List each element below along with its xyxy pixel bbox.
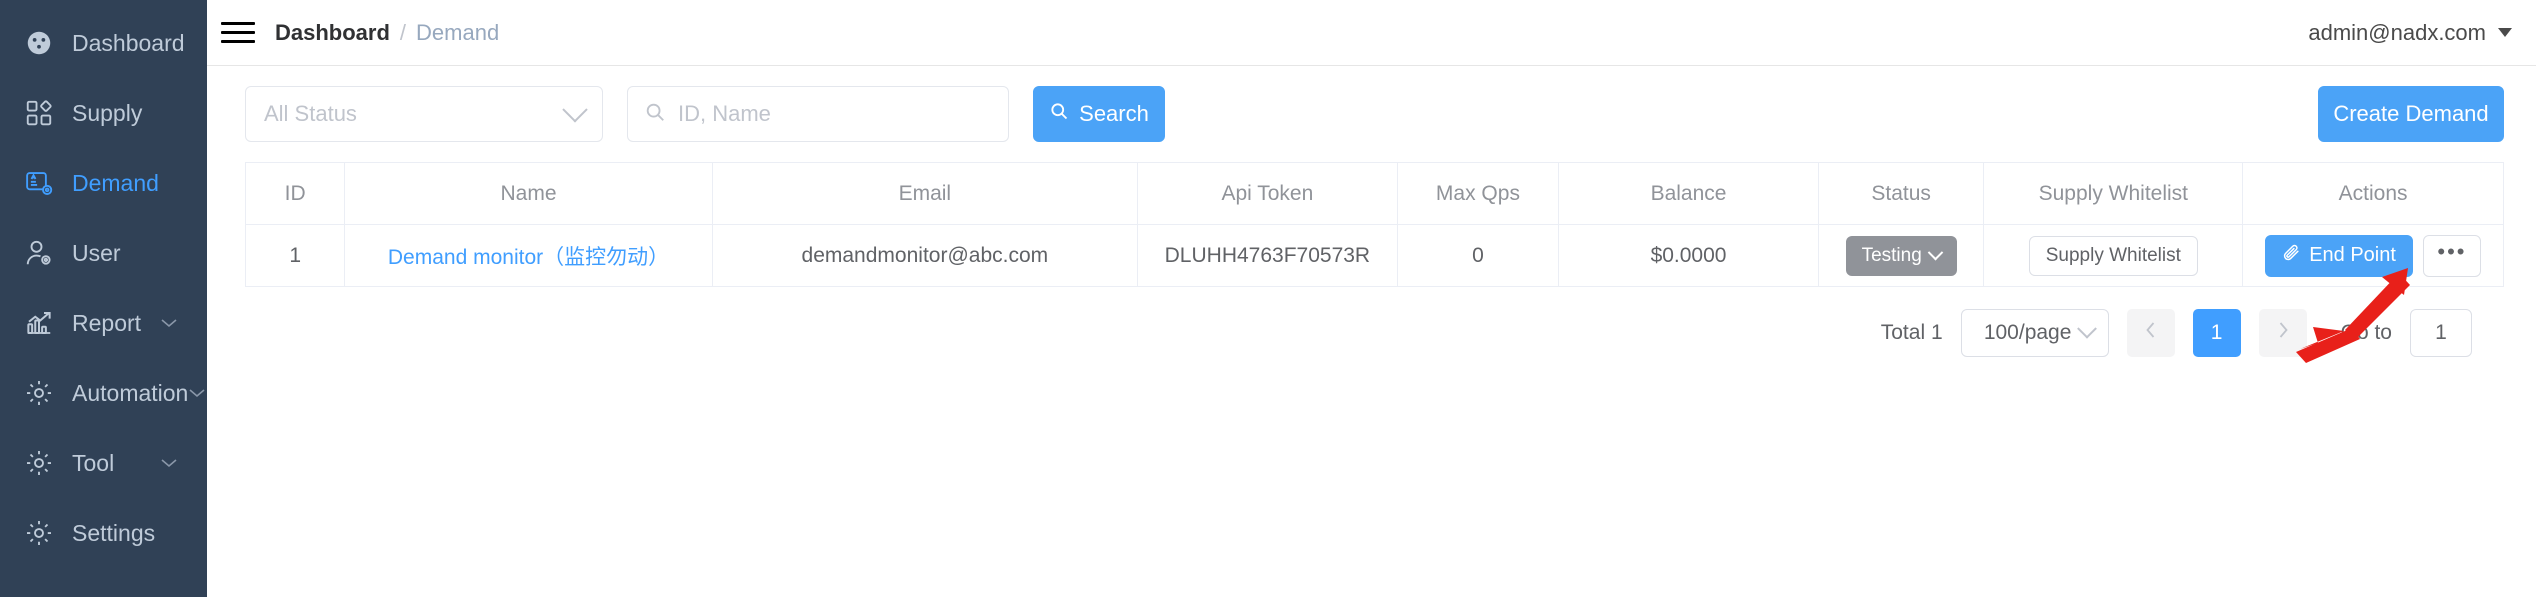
user-icon: [22, 236, 56, 270]
supply-whitelist-label: Supply Whitelist: [2045, 244, 2181, 266]
sidebar-item-label: Tool: [72, 449, 115, 476]
end-point-label: End Point: [2309, 244, 2396, 266]
cell-id: 1: [244, 224, 346, 287]
report-icon: [22, 306, 56, 340]
chevron-right-icon: [2276, 320, 2290, 346]
sidebar-item-label: Dashboard: [72, 29, 185, 56]
search-button-label: Search: [1079, 101, 1149, 126]
link-paperclip-icon: [2282, 243, 2301, 268]
chevron-down-icon: [1927, 244, 1944, 261]
sidebar-item-dashboard[interactable]: Dashboard: [0, 8, 207, 78]
table-header-row: ID Name Email Api Token Max Qps Balance …: [244, 162, 2504, 225]
more-actions-button[interactable]: •••: [2422, 234, 2481, 277]
status-badge-label: Testing: [1861, 244, 1922, 266]
pagination: Total 1 100/page 1 Go to 1: [245, 287, 2504, 357]
chevron-down-icon: [159, 453, 179, 473]
demand-table: ID Name Email Api Token Max Qps Balance …: [244, 162, 2504, 287]
status-filter-select[interactable]: All Status: [245, 86, 603, 142]
status-badge[interactable]: Testing: [1845, 235, 1957, 276]
cell-balance: $0.0000: [1558, 224, 1819, 287]
top-bar: Dashboard / Demand admin@nadx.com: [207, 0, 2536, 66]
dashboard-icon: [22, 26, 56, 60]
chevron-down-icon: [2076, 318, 2097, 339]
column-header-supply-whitelist: Supply Whitelist: [1983, 162, 2244, 225]
breadcrumb-current: Demand: [416, 19, 500, 45]
breadcrumb-root[interactable]: Dashboard: [275, 20, 390, 46]
pagination-page-1[interactable]: 1: [2192, 309, 2241, 357]
create-demand-button[interactable]: Create Demand: [2318, 86, 2504, 142]
sidebar-item-label: User: [72, 239, 121, 266]
search-icon: [1049, 101, 1069, 127]
pagination-next-button[interactable]: [2258, 309, 2307, 357]
chevron-down-icon: [562, 97, 588, 123]
sidebar-item-label: Settings: [72, 519, 156, 546]
gear-icon: [22, 446, 56, 480]
user-email-label: admin@nadx.com: [2308, 19, 2486, 45]
chevron-down-icon: [188, 383, 206, 403]
cell-name: Demand monitor（监控勿动）: [344, 224, 713, 287]
column-header-id: ID: [244, 162, 346, 225]
supply-whitelist-button[interactable]: Supply Whitelist: [2028, 235, 2198, 276]
chevron-down-icon: [2498, 28, 2512, 37]
breadcrumb: Dashboard / Demand: [275, 20, 499, 46]
chevron-left-icon: [2144, 320, 2158, 346]
sidebar-item-label: Demand: [72, 169, 159, 196]
supply-icon: [22, 96, 56, 130]
page-size-select[interactable]: 100/page: [1960, 309, 2109, 357]
hamburger-icon[interactable]: [221, 16, 255, 50]
table-row: 1 Demand monitor（监控勿动） demandmonitor@abc…: [244, 224, 2504, 287]
demand-table-wrapper: ID Name Email Api Token Max Qps Balance …: [207, 162, 2536, 357]
column-header-max-qps: Max Qps: [1396, 162, 1560, 225]
cell-email: demandmonitor@abc.com: [711, 224, 1139, 287]
main-area: Dashboard / Demand admin@nadx.com All St…: [207, 0, 2536, 597]
pagination-goto-input[interactable]: [2410, 309, 2472, 357]
user-menu[interactable]: admin@nadx.com: [2308, 20, 2512, 46]
cell-actions: End Point •••: [2242, 224, 2504, 287]
demand-name-link[interactable]: Demand monitor: [388, 246, 543, 269]
gear-icon: [22, 376, 56, 410]
sidebar-item-label: Report: [72, 309, 142, 336]
column-header-name: Name: [344, 162, 713, 225]
column-header-balance: Balance: [1558, 162, 1819, 225]
sidebar-item-report[interactable]: Report: [0, 288, 207, 358]
breadcrumb-separator: /: [399, 19, 407, 45]
column-header-status: Status: [1817, 162, 1985, 225]
search-field[interactable]: [627, 86, 1009, 142]
sidebar-item-supply[interactable]: Supply: [0, 78, 207, 148]
pagination-goto-label: Go to: [2340, 321, 2392, 344]
demand-name-cn: （监控勿动）: [543, 245, 670, 269]
cell-supply-whitelist: Supply Whitelist: [1983, 224, 2244, 287]
demand-icon: [22, 166, 56, 200]
chevron-down-icon: [159, 313, 179, 333]
filter-toolbar: All Status Search: [207, 66, 2536, 162]
sidebar-item-automation[interactable]: Automation: [0, 358, 207, 428]
search-icon: [644, 101, 666, 128]
page-size-value: 100/page: [1983, 321, 2072, 344]
column-header-actions: Actions: [2242, 162, 2504, 225]
cell-status: Testing: [1817, 224, 1985, 287]
sidebar-item-demand[interactable]: Demand: [0, 148, 207, 218]
app-root: Dashboard Supply Demand User Report Auto…: [0, 0, 2536, 597]
sidebar-item-label: Supply: [72, 99, 143, 126]
gear-icon: [22, 516, 56, 550]
actions-group: End Point •••: [2243, 234, 2503, 277]
sidebar-item-settings[interactable]: Settings: [0, 498, 207, 568]
cell-max-qps: 0: [1396, 224, 1560, 287]
status-filter-value: All Status: [264, 101, 357, 126]
table-body: 1 Demand monitor（监控勿动） demandmonitor@abc…: [244, 224, 2504, 287]
search-input[interactable]: [678, 101, 992, 127]
create-demand-label: Create Demand: [2333, 101, 2489, 126]
column-header-email: Email: [711, 162, 1139, 225]
cell-api-token: DLUHH4763F70573R: [1137, 224, 1398, 287]
sidebar-item-label: Automation: [72, 379, 189, 406]
pagination-prev-button[interactable]: [2126, 309, 2175, 357]
sidebar-item-user[interactable]: User: [0, 218, 207, 288]
sidebar: Dashboard Supply Demand User Report Auto…: [0, 0, 207, 597]
pagination-total: Total 1: [1880, 321, 1943, 344]
column-header-api-token: Api Token: [1137, 162, 1398, 225]
search-button[interactable]: Search: [1033, 86, 1165, 142]
end-point-button[interactable]: End Point: [2265, 234, 2413, 277]
sidebar-item-tool[interactable]: Tool: [0, 428, 207, 498]
table-head: ID Name Email Api Token Max Qps Balance …: [244, 162, 2504, 225]
